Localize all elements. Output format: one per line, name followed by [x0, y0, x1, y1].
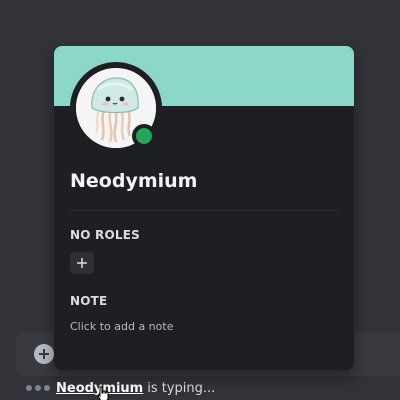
online-status-icon: [136, 128, 152, 144]
chat-area: Neodymium is typing...: [0, 0, 400, 400]
typing-indicator: Neodymium is typing...: [26, 378, 215, 398]
plus-circle-icon[interactable]: [34, 344, 54, 364]
roles-heading: NO ROLES: [70, 228, 140, 242]
status-indicator: [132, 124, 156, 148]
add-role-button[interactable]: [70, 252, 94, 274]
user-profile-popout: Neodymium NO ROLES NOTE Click to add a n…: [54, 46, 354, 370]
typing-dots-icon: [26, 385, 50, 391]
hand-cursor-icon: [97, 386, 109, 400]
divider: [70, 210, 338, 211]
note-field[interactable]: Click to add a note: [70, 320, 173, 333]
plus-icon: [77, 258, 87, 268]
note-heading: NOTE: [70, 294, 108, 308]
profile-username: Neodymium: [70, 170, 198, 192]
typing-status-text: is typing...: [147, 380, 216, 396]
